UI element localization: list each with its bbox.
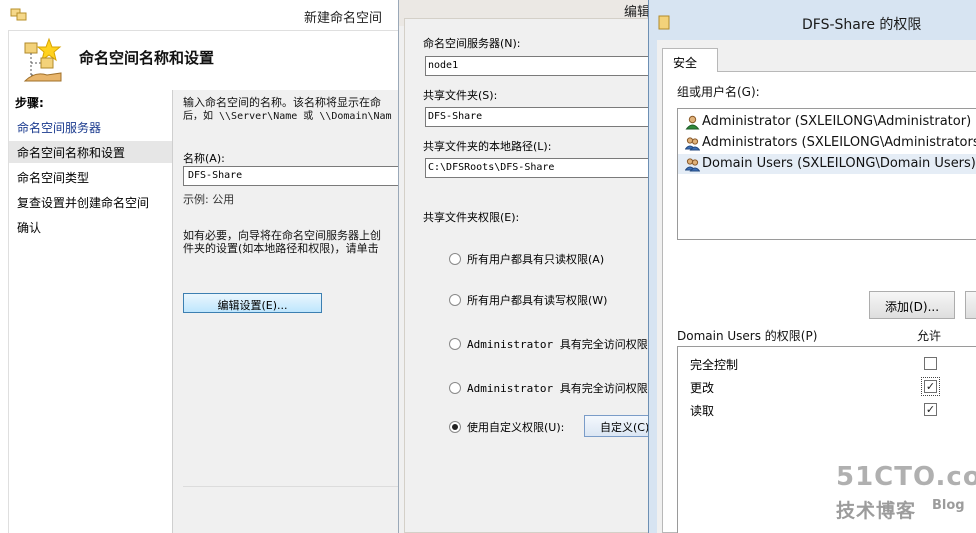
server-field: node1 — [425, 56, 649, 76]
step-confirmation: 确认 — [17, 221, 42, 235]
group-icon — [685, 137, 700, 151]
radio-custom-dot[interactable] — [449, 421, 461, 433]
group-users-label: 组或用户名(G): — [677, 85, 760, 99]
local-path-label: 共享文件夹的本地路径(L): — [423, 140, 552, 153]
share-label: 共享文件夹(S): — [423, 89, 498, 102]
new-namespace-wizard-window: 新建命名空间 命名空间名称和设置 步骤: 命名空间服务器 命名空间名称和设置 命… — [0, 0, 400, 533]
user-item-domain-users[interactable]: Domain Users (SXLEILONG\Domain Users) — [678, 154, 976, 174]
wizard-titlebar[interactable]: 新建命名空间 — [0, 0, 399, 30]
wizard-footer-divider — [183, 486, 399, 487]
allow-column-header: 允许 — [917, 329, 942, 343]
radio-admin-full-2-label: Administrator 具有完全访问权限; — [467, 382, 650, 395]
radio-read-write-dot[interactable] — [449, 294, 461, 306]
namespace-app-icon — [10, 8, 27, 21]
edit-settings-button[interactable]: 编辑设置(E)... — [183, 293, 322, 313]
hint-line-1: 如有必要，向导将在命名空间服务器上创 — [183, 229, 381, 242]
watermark-blog: Blog — [932, 498, 965, 513]
radio-custom-permissions[interactable]: 使用自定义权限(U): — [449, 419, 564, 435]
hint-line-2: 件夹的设置(如本地路径和权限)，请单击 — [183, 242, 379, 255]
radio-custom-label: 使用自定义权限(U): — [467, 421, 565, 434]
share-permissions-dialog: DFS-Share 的权限 安全 组或用户名(G): Administrator… — [648, 0, 976, 533]
share-field[interactable]: DFS-Share — [425, 107, 649, 127]
group-icon — [685, 158, 700, 172]
wizard-description: 输入命名空间的名称。该名称将显示在命 后，如 \\Server\Name 或 \… — [183, 96, 399, 124]
radio-read-only-label: 所有用户都具有只读权限(A) — [467, 253, 605, 266]
radio-admin-full-1-label: Administrator 具有完全访问权限; — [467, 338, 650, 351]
step-namespace-type: 命名空间类型 — [17, 171, 90, 185]
permissions-client: 安全 组或用户名(G): Administrator (SXLEILONG\Ad… — [657, 40, 976, 533]
namespace-tree-icon — [23, 37, 62, 82]
permissions-for-label: Domain Users 的权限(P) — [677, 329, 818, 343]
edit-settings-client: 命名空间服务器(N): node1 共享文件夹(S): DFS-Share 共享… — [404, 18, 650, 533]
settings-hint: 如有必要，向导将在命名空间服务器上创 件夹的设置(如本地路径和权限)，请单击 — [183, 229, 381, 255]
namespace-name-input[interactable]: DFS-Share — [183, 166, 399, 186]
user-name: Administrator (SXLEILONG\Administrator) — [702, 114, 972, 129]
allow-read-checkbox[interactable]: ✓ — [924, 403, 937, 416]
allow-full-control-checkbox[interactable] — [924, 357, 937, 370]
site-watermark: 51CTO.com 技术博客 Blog — [836, 462, 976, 532]
radio-read-write[interactable]: 所有用户都具有读写权限(W) — [449, 292, 607, 308]
permissions-titlebar[interactable]: DFS-Share 的权限 — [649, 0, 976, 40]
remove-button[interactable] — [965, 291, 976, 319]
wizard-steps-panel: 步骤: 命名空间服务器 命名空间名称和设置 命名空间类型 复查设置并创建命名空间… — [9, 90, 173, 533]
permissions-title: DFS-Share 的权限 — [802, 17, 922, 33]
user-name: Administrators (SXLEILONG\Administrators… — [702, 135, 976, 150]
add-button[interactable]: 添加(D)... — [869, 291, 955, 319]
radio-read-only-dot[interactable] — [449, 253, 461, 265]
perm-read-label: 读取 — [690, 404, 715, 418]
steps-heading: 步骤: — [15, 96, 44, 110]
tab-security[interactable]: 安全 — [662, 48, 718, 72]
users-list[interactable]: Administrator (SXLEILONG\Administrator) … — [677, 108, 976, 240]
perm-change-label: 更改 — [690, 381, 715, 395]
share-permissions-label: 共享文件夹权限(E): — [423, 211, 520, 224]
folder-icon — [658, 15, 670, 30]
step-review-create: 复查设置并创建命名空间 — [17, 196, 150, 210]
radio-admin-full-2-dot[interactable] — [449, 382, 461, 394]
wizard-page-title: 命名空间名称和设置 — [79, 49, 215, 67]
customize-button[interactable]: 自定义(C)... — [584, 415, 649, 437]
radio-admin-full-2[interactable]: Administrator 具有完全访问权限; — [449, 380, 650, 396]
step-namespace-name-settings: 命名空间名称和设置 — [9, 141, 172, 163]
edit-settings-dialog: 编辑设置 命名空间服务器(N): node1 共享文件夹(S): DFS-Sha… — [398, 0, 650, 533]
radio-admin-full-1-dot[interactable] — [449, 338, 461, 350]
perm-full-control-label: 完全控制 — [690, 358, 739, 372]
user-icon — [685, 115, 700, 130]
watermark-sub: 技术博客 — [836, 500, 917, 522]
description-line-1: 输入命名空间的名称。该名称将显示在命 — [183, 96, 381, 109]
step-namespace-server[interactable]: 命名空间服务器 — [9, 116, 172, 138]
radio-admin-full-1[interactable]: Administrator 具有完全访问权限; — [449, 336, 650, 352]
wizard-header: 命名空间名称和设置 — [8, 30, 399, 90]
wizard-title: 新建命名空间 — [304, 11, 383, 26]
description-line-2: 后，如 \\Server\Name 或 \\Domain\Nam — [183, 111, 392, 122]
user-item-administrators[interactable]: Administrators (SXLEILONG\Administrators… — [684, 133, 976, 153]
user-item-administrator[interactable]: Administrator (SXLEILONG\Administrator) — [684, 112, 971, 132]
server-label: 命名空间服务器(N): — [423, 37, 521, 50]
allow-change-checkbox[interactable]: ✓ — [921, 377, 940, 396]
local-path-field[interactable]: C:\DFSRoots\DFS-Share — [425, 158, 649, 178]
watermark-site: 51CTO.com — [836, 462, 976, 492]
wizard-body: 步骤: 命名空间服务器 命名空间名称和设置 命名空间类型 复查设置并创建命名空间… — [8, 90, 399, 533]
name-example: 示例: 公用 — [183, 193, 235, 206]
radio-read-only[interactable]: 所有用户都具有只读权限(A) — [449, 251, 604, 267]
radio-read-write-label: 所有用户都具有读写权限(W) — [467, 294, 608, 307]
name-label: 名称(A): — [183, 152, 225, 165]
user-name: Domain Users (SXLEILONG\Domain Users) — [702, 156, 976, 171]
